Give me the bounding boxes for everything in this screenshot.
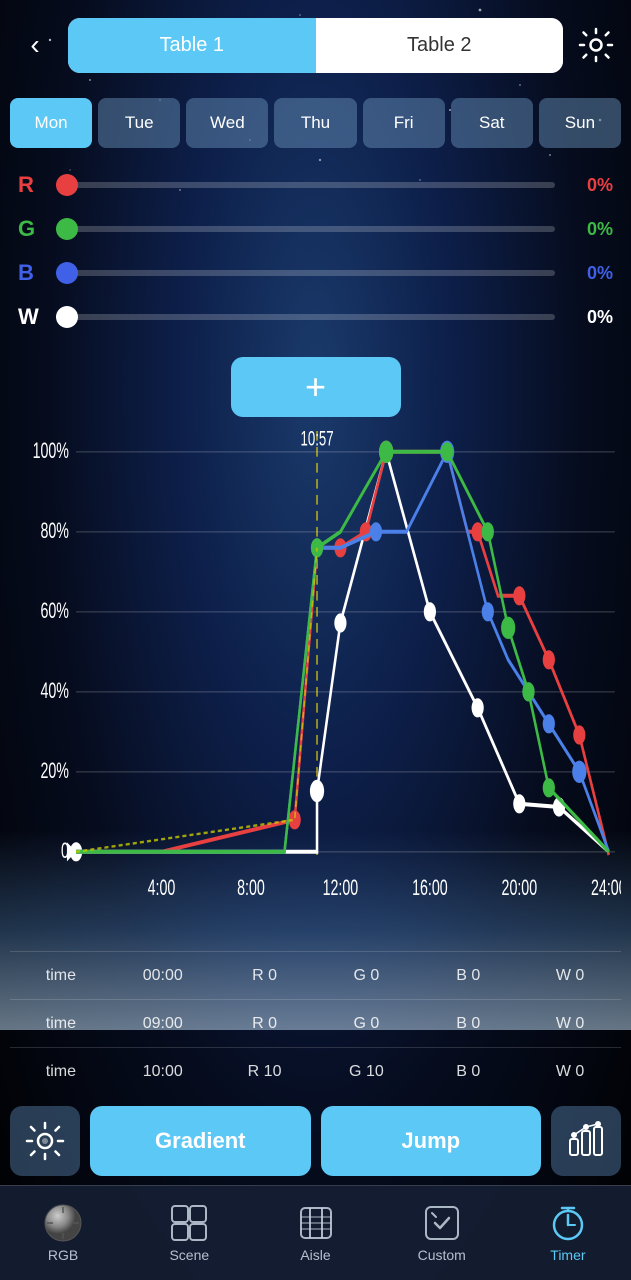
tab-table2[interactable]: Table 2	[316, 18, 564, 73]
svg-text:12:00: 12:00	[323, 875, 359, 900]
bottom-controls: Gradient Jump	[0, 1095, 631, 1185]
timer-icon	[548, 1203, 588, 1243]
cell-b: B 0	[417, 1015, 519, 1033]
svg-text:60%: 60%	[40, 598, 68, 623]
nav-custom[interactable]: Custom	[379, 1186, 505, 1280]
nav-timer-label: Timer	[550, 1247, 585, 1263]
g-slider-row: G 0%	[18, 207, 613, 251]
jump-button[interactable]: Jump	[321, 1106, 542, 1176]
r-value: 0%	[563, 175, 613, 196]
cell-g: G 10	[315, 1063, 417, 1081]
cell-time-label: time	[10, 1063, 112, 1081]
day-wed[interactable]: Wed	[186, 98, 268, 148]
b-value: 0%	[563, 263, 613, 284]
cell-r: R 0	[214, 967, 316, 985]
table-row[interactable]: time 10:00 R 10 G 10 B 0 W 0	[10, 1047, 621, 1095]
w-label: W	[18, 304, 48, 330]
cell-w: W 0	[519, 967, 621, 985]
g-value: 0%	[563, 219, 613, 240]
w-value: 0%	[563, 307, 613, 328]
cell-w: W 0	[519, 1063, 621, 1081]
table-row[interactable]: time 00:00 R 0 G 0 B 0 W 0	[10, 951, 621, 999]
chart-section: 100% 80% 60% 40% 20% 0 4:00 8:00 12:00 1…	[0, 423, 631, 951]
gradient-button[interactable]: Gradient	[90, 1106, 311, 1176]
cell-b: B 0	[417, 1063, 519, 1081]
nav-aisle-label: Aisle	[300, 1247, 330, 1263]
g-label: G	[18, 216, 48, 242]
svg-text:100%: 100%	[33, 438, 69, 463]
cell-time-label: time	[10, 967, 112, 985]
nav-aisle[interactable]: Aisle	[252, 1186, 378, 1280]
svg-text:20%: 20%	[40, 758, 68, 783]
w-slider[interactable]	[56, 312, 555, 322]
day-sat[interactable]: Sat	[451, 98, 533, 148]
svg-text:24:00: 24:00	[591, 875, 621, 900]
tab-table1[interactable]: Table 1	[68, 18, 316, 73]
aisle-icon	[296, 1203, 336, 1243]
b-label: B	[18, 260, 48, 286]
custom-icon	[422, 1203, 462, 1243]
b-slider-row: B 0%	[18, 251, 613, 295]
tab-container: Table 1 Table 2	[68, 18, 563, 73]
table-row[interactable]: time 09:00 R 0 G 0 B 0 W 0	[10, 999, 621, 1047]
cell-time-value: 10:00	[112, 1063, 214, 1081]
svg-text:20:00: 20:00	[502, 875, 538, 900]
cell-time-value: 09:00	[112, 1015, 214, 1033]
r-slider-row: R 0%	[18, 163, 613, 207]
nav-scene[interactable]: Scene	[126, 1186, 252, 1280]
sliders-section: R 0% G 0% B	[0, 155, 631, 347]
day-selector: Mon Tue Wed Thu Fri Sat Sun	[0, 90, 631, 155]
g-slider[interactable]	[56, 224, 555, 234]
day-mon[interactable]: Mon	[10, 98, 92, 148]
day-sun[interactable]: Sun	[539, 98, 621, 148]
cell-r: R 10	[214, 1063, 316, 1081]
r-slider[interactable]	[56, 180, 555, 190]
svg-text:10:57: 10:57	[301, 426, 334, 450]
svg-text:80%: 80%	[40, 518, 68, 543]
gear-settings-button[interactable]	[10, 1106, 80, 1176]
nav-rgb-label: RGB	[48, 1247, 78, 1263]
day-thu[interactable]: Thu	[274, 98, 356, 148]
rgb-icon	[43, 1203, 83, 1243]
back-button[interactable]: ‹	[10, 20, 60, 70]
cell-g: G 0	[315, 1015, 417, 1033]
chart-button[interactable]	[551, 1106, 621, 1176]
bottom-nav: RGB Scene	[0, 1185, 631, 1280]
time-table: time 00:00 R 0 G 0 B 0 W 0 time 09:00 R …	[0, 951, 631, 1095]
r-label: R	[18, 172, 48, 198]
add-point-button[interactable]: +	[231, 357, 401, 417]
day-fri[interactable]: Fri	[363, 98, 445, 148]
nav-timer[interactable]: Timer	[505, 1186, 631, 1280]
svg-text:16:00: 16:00	[412, 875, 448, 900]
svg-text:40%: 40%	[40, 678, 68, 703]
cell-r: R 0	[214, 1015, 316, 1033]
nav-rgb[interactable]: RGB	[0, 1186, 126, 1280]
settings-button[interactable]	[571, 20, 621, 70]
cell-g: G 0	[315, 967, 417, 985]
cell-time-label: time	[10, 1015, 112, 1033]
b-slider[interactable]	[56, 268, 555, 278]
cell-b: B 0	[417, 967, 519, 985]
w-slider-row: W 0%	[18, 295, 613, 339]
scene-icon	[169, 1203, 209, 1243]
day-tue[interactable]: Tue	[98, 98, 180, 148]
nav-scene-label: Scene	[169, 1247, 209, 1263]
cell-w: W 0	[519, 1015, 621, 1033]
cell-time-value: 00:00	[112, 967, 214, 985]
svg-text:4:00: 4:00	[148, 875, 176, 900]
svg-text:8:00: 8:00	[237, 875, 265, 900]
nav-custom-label: Custom	[418, 1247, 466, 1263]
